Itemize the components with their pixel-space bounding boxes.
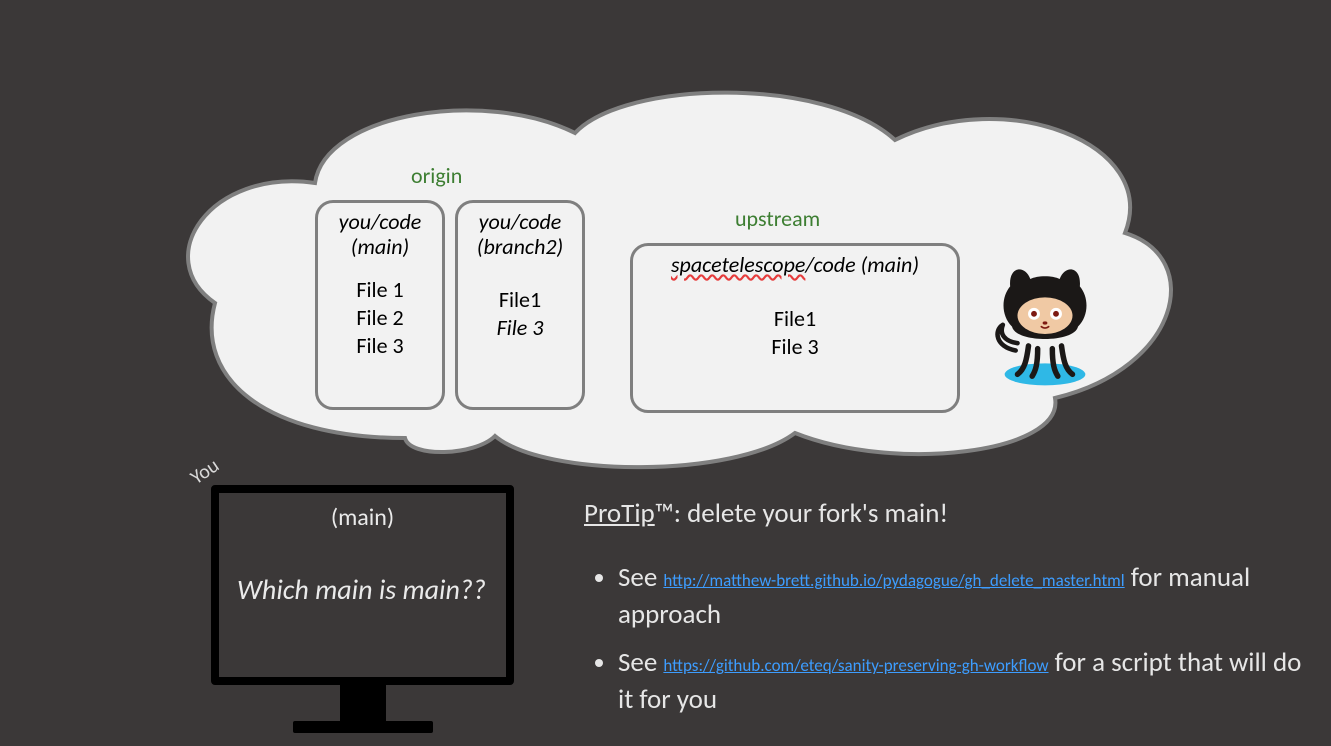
link-manual-approach[interactable]: http://matthew-brett.github.io/pydagogue… [663, 570, 1124, 591]
bullet-see: See [618, 646, 663, 679]
repo-title-line2: (branch2) [477, 233, 563, 260]
origin-main-box: you/code (main) File 1 File 2 File 3 [315, 200, 445, 410]
repo-title-line2: (main) [351, 233, 409, 260]
file-item: File1 [462, 286, 578, 314]
monitor-question: Which main is main?? [237, 572, 488, 607]
bullet-see: See [618, 561, 663, 594]
origin-branch2-box: you/code (branch2) File1 File 3 [455, 200, 585, 410]
monitor-stand [340, 685, 386, 721]
repo-title-line1: you/code [339, 208, 422, 235]
origin-label: origin [411, 162, 462, 189]
file-item: File 3 [322, 332, 438, 360]
repo-title-line1: you/code [479, 208, 562, 235]
repo-title: you/code (main) [322, 209, 438, 260]
protip-underlined: ProTip [584, 497, 655, 530]
protip-bullets: See http://matthew-brett.github.io/pydag… [584, 560, 1304, 718]
monitor-screen: (main) Which main is main?? [211, 485, 514, 685]
bullet-item: See https://github.com/eteq/sanity-prese… [618, 645, 1304, 718]
file-item: File 1 [322, 276, 438, 304]
monitor: You (main) Which main is main?? [211, 485, 514, 733]
protip-block: ProTip™: delete your fork's main! See ht… [584, 496, 1304, 730]
file-item: File1 [641, 305, 949, 333]
file-item: File 2 [322, 304, 438, 332]
monitor-main-label: (main) [237, 503, 488, 532]
bullet-item: See http://matthew-brett.github.io/pydag… [618, 560, 1304, 633]
upstream-main-box: spacetelescope/code (main) File1 File 3 [630, 243, 960, 413]
protip-rest: ™: delete your fork's main! [655, 497, 949, 530]
protip-heading: ProTip™: delete your fork's main! [584, 496, 1304, 532]
file-item: File 3 [641, 333, 949, 361]
repo-title: you/code (branch2) [462, 209, 578, 260]
monitor-base [293, 721, 433, 733]
repo-title-rest: /code (main) [805, 251, 919, 278]
octocat-icon [990, 258, 1100, 388]
upstream-label: upstream [735, 205, 820, 232]
file-item: File 3 [462, 314, 578, 342]
repo-title: spacetelescope/code (main) [641, 252, 949, 277]
repo-title-org: spacetelescope [671, 251, 805, 278]
link-script[interactable]: https://github.com/eteq/sanity-preservin… [663, 655, 1048, 676]
